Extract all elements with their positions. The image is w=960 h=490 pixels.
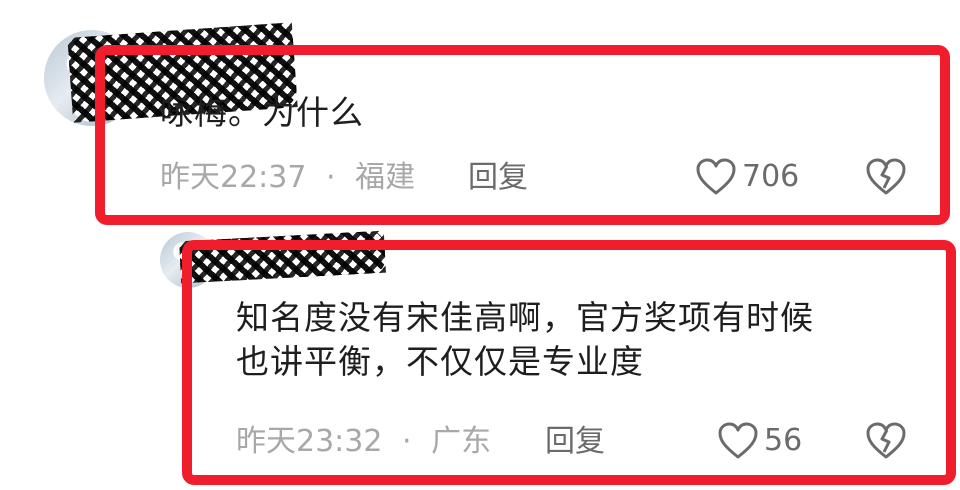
reply-button[interactable]: 回复	[468, 160, 528, 196]
highlight-box	[95, 45, 950, 225]
heart-icon	[696, 158, 736, 196]
dislike-button[interactable]	[866, 422, 906, 460]
broken-heart-icon	[866, 158, 906, 196]
comment-meta: 昨天23:32 · 广东	[236, 424, 491, 460]
meta-separator: ·	[402, 424, 412, 459]
comment-text: 知名度没有宋佳高啊，官方奖项有时候 也讲平衡，不仅仅是专业度	[236, 298, 814, 381]
comment-meta: 昨天22:37 · 福建	[160, 160, 415, 196]
like-count: 56	[764, 423, 803, 458]
comment-location: 广东	[431, 424, 492, 459]
comment-time: 昨天23:32	[236, 424, 383, 459]
reply-button[interactable]: 回复	[545, 424, 605, 460]
like-button[interactable]: 706	[696, 158, 799, 196]
comment-location: 福建	[355, 160, 416, 195]
like-button[interactable]: 56	[718, 422, 802, 460]
broken-heart-icon	[866, 422, 906, 460]
comment-time: 昨天22:37	[160, 160, 307, 195]
dislike-button[interactable]	[866, 158, 906, 196]
heart-icon	[718, 422, 758, 460]
meta-separator: ·	[326, 160, 336, 195]
comment-text: 咏梅。为什么	[160, 93, 364, 132]
like-count: 706	[742, 159, 800, 194]
